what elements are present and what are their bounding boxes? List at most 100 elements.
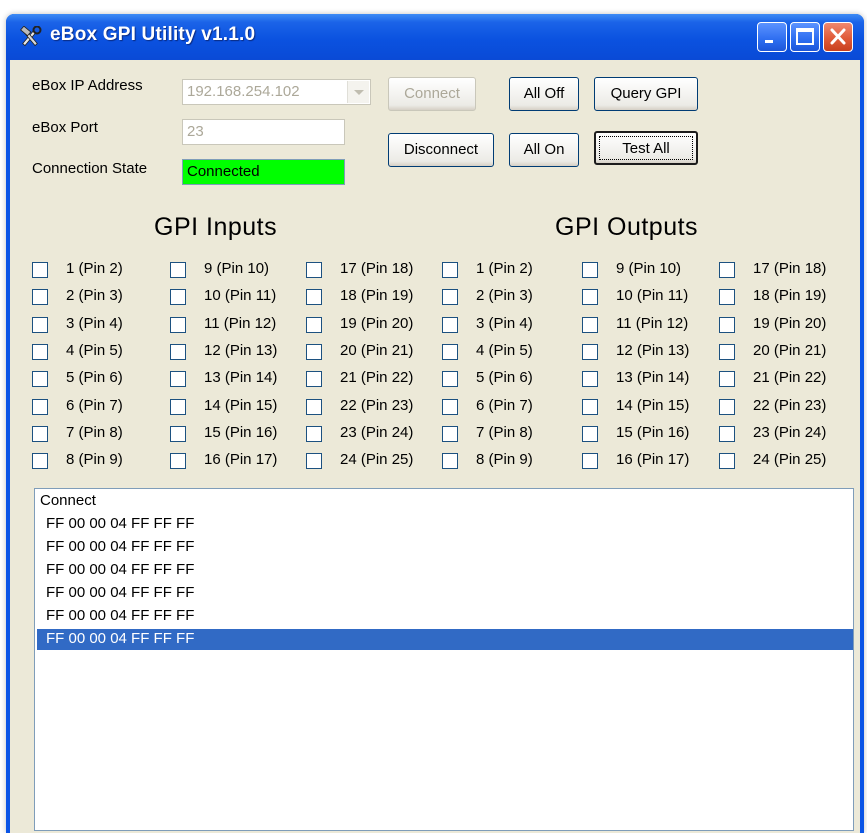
- gpi-output-label[interactable]: 6 (Pin 7): [476, 397, 533, 414]
- gpi-input-label[interactable]: 18 (Pin 19): [340, 287, 413, 304]
- gpi-input-label[interactable]: 23 (Pin 24): [340, 424, 413, 441]
- gpi-input-checkbox[interactable]: [306, 371, 322, 387]
- gpi-output-checkbox[interactable]: [582, 317, 598, 333]
- gpi-output-label[interactable]: 5 (Pin 6): [476, 369, 533, 386]
- gpi-output-label[interactable]: 7 (Pin 8): [476, 424, 533, 441]
- gpi-input-label[interactable]: 11 (Pin 12): [204, 315, 276, 332]
- all-off-button[interactable]: All Off: [509, 77, 579, 111]
- gpi-input-checkbox[interactable]: [32, 262, 48, 278]
- gpi-output-checkbox[interactable]: [582, 289, 598, 305]
- gpi-input-checkbox[interactable]: [170, 453, 186, 469]
- close-button[interactable]: [823, 22, 853, 52]
- log-line[interactable]: FF 00 00 04 FF FF FF: [37, 537, 853, 558]
- gpi-input-label[interactable]: 16 (Pin 17): [204, 451, 277, 468]
- gpi-output-label[interactable]: 24 (Pin 25): [753, 451, 826, 468]
- log-listbox[interactable]: Connect FF 00 00 04 FF FF FF FF 00 00 04 F…: [34, 488, 854, 831]
- gpi-input-checkbox[interactable]: [306, 344, 322, 360]
- gpi-output-label[interactable]: 17 (Pin 18): [753, 260, 826, 277]
- gpi-input-label[interactable]: 21 (Pin 22): [340, 369, 413, 386]
- gpi-input-label[interactable]: 12 (Pin 13): [204, 342, 277, 359]
- gpi-output-label[interactable]: 18 (Pin 19): [753, 287, 826, 304]
- gpi-output-checkbox[interactable]: [442, 317, 458, 333]
- gpi-input-checkbox[interactable]: [170, 262, 186, 278]
- gpi-output-label[interactable]: 14 (Pin 15): [616, 397, 689, 414]
- query-gpi-button[interactable]: Query GPI: [594, 77, 698, 111]
- gpi-output-checkbox[interactable]: [719, 289, 735, 305]
- gpi-output-label[interactable]: 13 (Pin 14): [616, 369, 689, 386]
- log-line[interactable]: FF 00 00 04 FF FF FF: [37, 514, 853, 535]
- gpi-input-checkbox[interactable]: [32, 399, 48, 415]
- gpi-output-label[interactable]: 15 (Pin 16): [616, 424, 689, 441]
- gpi-output-checkbox[interactable]: [442, 371, 458, 387]
- gpi-output-label[interactable]: 10 (Pin 11): [616, 287, 688, 304]
- gpi-output-checkbox[interactable]: [582, 371, 598, 387]
- gpi-output-checkbox[interactable]: [442, 426, 458, 442]
- gpi-input-checkbox[interactable]: [306, 317, 322, 333]
- gpi-input-checkbox[interactable]: [306, 262, 322, 278]
- gpi-output-checkbox[interactable]: [719, 262, 735, 278]
- gpi-output-label[interactable]: 8 (Pin 9): [476, 451, 533, 468]
- port-field[interactable]: 23: [182, 119, 345, 145]
- gpi-output-checkbox[interactable]: [442, 453, 458, 469]
- log-line[interactable]: FF 00 00 04 FF FF FF: [37, 606, 853, 627]
- gpi-output-checkbox[interactable]: [442, 289, 458, 305]
- gpi-output-checkbox[interactable]: [582, 262, 598, 278]
- gpi-output-label[interactable]: 2 (Pin 3): [476, 287, 533, 304]
- gpi-output-label[interactable]: 4 (Pin 5): [476, 342, 533, 359]
- gpi-output-label[interactable]: 3 (Pin 4): [476, 315, 533, 332]
- gpi-output-checkbox[interactable]: [442, 344, 458, 360]
- combo-dropdown-button[interactable]: [347, 81, 369, 103]
- gpi-input-checkbox[interactable]: [170, 371, 186, 387]
- gpi-input-checkbox[interactable]: [32, 453, 48, 469]
- gpi-input-checkbox[interactable]: [32, 317, 48, 333]
- gpi-output-label[interactable]: 11 (Pin 12): [616, 315, 688, 332]
- gpi-input-label[interactable]: 13 (Pin 14): [204, 369, 277, 386]
- gpi-input-label[interactable]: 19 (Pin 20): [340, 315, 413, 332]
- gpi-output-label[interactable]: 22 (Pin 23): [753, 397, 826, 414]
- gpi-input-checkbox[interactable]: [306, 426, 322, 442]
- gpi-output-checkbox[interactable]: [719, 344, 735, 360]
- gpi-input-label[interactable]: 8 (Pin 9): [66, 451, 123, 468]
- log-line[interactable]: Connect: [37, 491, 853, 512]
- gpi-output-label[interactable]: 21 (Pin 22): [753, 369, 826, 386]
- gpi-output-label[interactable]: 23 (Pin 24): [753, 424, 826, 441]
- gpi-output-checkbox[interactable]: [719, 453, 735, 469]
- gpi-input-label[interactable]: 22 (Pin 23): [340, 397, 413, 414]
- gpi-output-label[interactable]: 19 (Pin 20): [753, 315, 826, 332]
- test-all-button[interactable]: Test All: [594, 131, 698, 165]
- gpi-output-checkbox[interactable]: [719, 399, 735, 415]
- gpi-input-label[interactable]: 14 (Pin 15): [204, 397, 277, 414]
- gpi-input-label[interactable]: 9 (Pin 10): [204, 260, 269, 277]
- gpi-input-label[interactable]: 1 (Pin 2): [66, 260, 123, 277]
- gpi-output-label[interactable]: 1 (Pin 2): [476, 260, 533, 277]
- gpi-input-label[interactable]: 20 (Pin 21): [340, 342, 413, 359]
- gpi-input-label[interactable]: 24 (Pin 25): [340, 451, 413, 468]
- gpi-output-label[interactable]: 20 (Pin 21): [753, 342, 826, 359]
- gpi-input-label[interactable]: 6 (Pin 7): [66, 397, 123, 414]
- gpi-input-checkbox[interactable]: [170, 289, 186, 305]
- connect-button[interactable]: Connect: [388, 77, 476, 111]
- gpi-input-label[interactable]: 17 (Pin 18): [340, 260, 413, 277]
- gpi-input-label[interactable]: 5 (Pin 6): [66, 369, 123, 386]
- title-bar[interactable]: eBox GPI Utility v1.1.0: [6, 14, 864, 60]
- gpi-input-checkbox[interactable]: [170, 426, 186, 442]
- gpi-output-checkbox[interactable]: [719, 426, 735, 442]
- gpi-output-checkbox[interactable]: [442, 399, 458, 415]
- gpi-input-checkbox[interactable]: [306, 289, 322, 305]
- gpi-input-checkbox[interactable]: [170, 344, 186, 360]
- gpi-output-checkbox[interactable]: [719, 371, 735, 387]
- gpi-output-label[interactable]: 12 (Pin 13): [616, 342, 689, 359]
- gpi-output-label[interactable]: 9 (Pin 10): [616, 260, 681, 277]
- gpi-input-checkbox[interactable]: [32, 371, 48, 387]
- gpi-input-label[interactable]: 2 (Pin 3): [66, 287, 123, 304]
- all-on-button[interactable]: All On: [509, 133, 579, 167]
- gpi-output-checkbox[interactable]: [582, 399, 598, 415]
- gpi-input-label[interactable]: 15 (Pin 16): [204, 424, 277, 441]
- gpi-input-checkbox[interactable]: [32, 289, 48, 305]
- disconnect-button[interactable]: Disconnect: [388, 133, 494, 167]
- gpi-input-checkbox[interactable]: [170, 317, 186, 333]
- log-line[interactable]: FF 00 00 04 FF FF FF: [37, 560, 853, 581]
- gpi-input-checkbox[interactable]: [306, 453, 322, 469]
- gpi-input-checkbox[interactable]: [32, 344, 48, 360]
- log-line[interactable]: FF 00 00 04 FF FF FF: [37, 629, 853, 650]
